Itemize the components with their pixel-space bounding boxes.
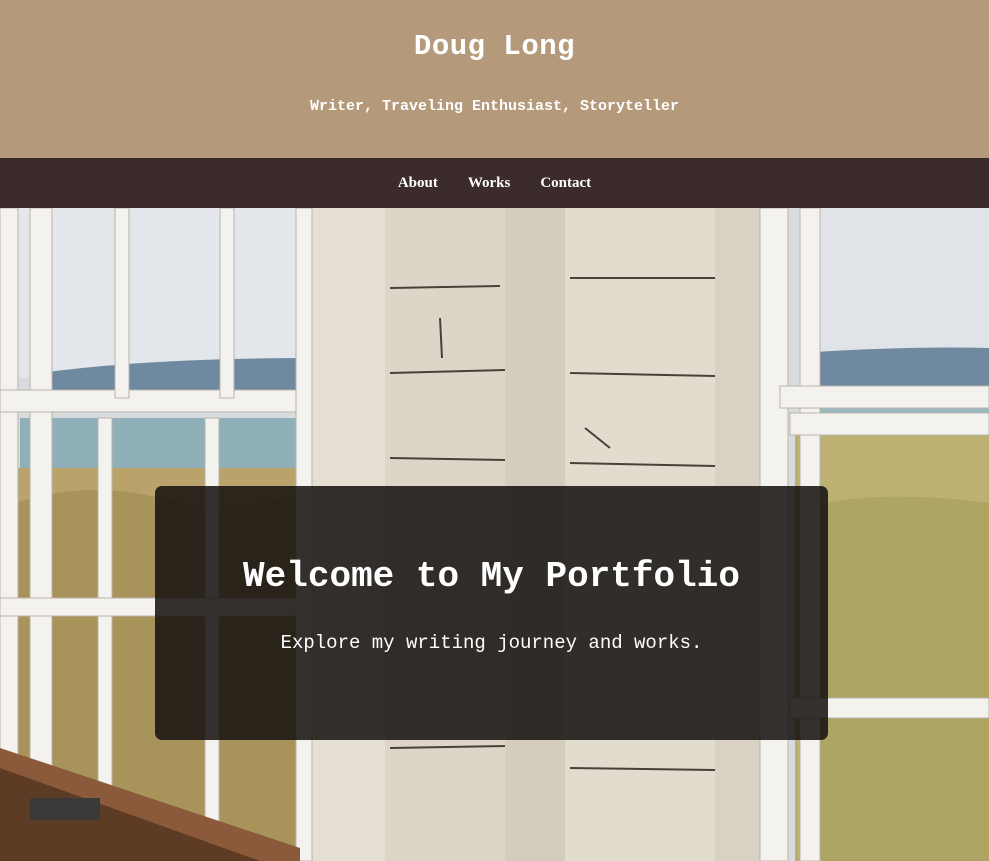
nav-item-contact[interactable]: Contact	[540, 175, 591, 192]
hero-card: Welcome to My Portfolio Explore my writi…	[155, 486, 828, 740]
site-header: Doug Long Writer, Traveling Enthusiast, …	[0, 0, 989, 158]
main-nav: About Works Contact	[0, 158, 989, 208]
site-tagline: Writer, Traveling Enthusiast, Storytelle…	[309, 98, 680, 115]
hero-text: Explore my writing journey and works.	[280, 632, 703, 654]
nav-item-about[interactable]: About	[398, 175, 438, 192]
nav-item-works[interactable]: Works	[468, 175, 511, 192]
hero-section: Welcome to My Portfolio Explore my writi…	[0, 208, 989, 861]
hero-heading: Welcome to My Portfolio	[243, 556, 740, 597]
site-title: Doug Long	[413, 30, 576, 63]
